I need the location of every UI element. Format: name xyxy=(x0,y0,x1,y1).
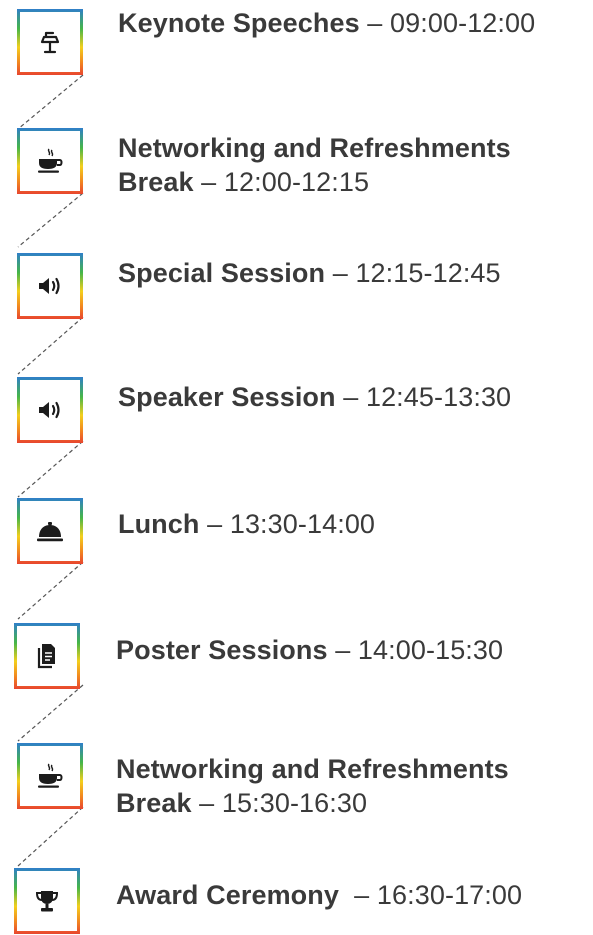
agenda-icon-box xyxy=(17,377,83,443)
session-name: Keynote Speeches xyxy=(118,8,360,38)
agenda-label: Networking and Refreshments Break – 12:0… xyxy=(118,131,578,199)
coffee-cup-icon xyxy=(38,148,63,173)
trophy-icon xyxy=(35,891,59,912)
session-name: Lunch xyxy=(118,509,200,539)
separator: – xyxy=(325,258,356,288)
agenda-label: Award Ceremony – 16:30-17:00 xyxy=(116,878,522,912)
agenda-label: Lunch – 13:30-14:00 xyxy=(118,507,375,541)
speaker-volume-icon xyxy=(39,277,60,295)
agenda-icon-box xyxy=(17,498,83,564)
agenda-icon-box xyxy=(17,743,83,809)
session-name: Special Session xyxy=(118,258,326,288)
session-name: Poster Sessions xyxy=(116,635,328,665)
session-name: Award Ceremony xyxy=(116,880,339,910)
agenda-label: Poster Sessions – 14:00-15:30 xyxy=(116,633,503,667)
agenda-icon-box xyxy=(17,9,83,75)
session-time: 09:00-12:00 xyxy=(390,8,536,38)
podium-icon xyxy=(40,31,60,54)
session-name: Speaker Session xyxy=(118,382,336,412)
separator: – xyxy=(338,880,377,910)
session-time: 12:45-13:30 xyxy=(365,382,512,412)
separator: – xyxy=(193,167,224,197)
agenda-label: Keynote Speeches – 09:00-12:00 xyxy=(118,6,535,40)
session-time: 15:30-16:30 xyxy=(221,788,368,818)
agenda-icon-box xyxy=(14,868,80,934)
cloche-icon xyxy=(37,522,63,542)
separator: – xyxy=(191,788,222,818)
agenda-label: Speaker Session – 12:45-13:30 xyxy=(118,380,511,414)
agenda-icon-box xyxy=(17,128,83,194)
agenda-label: Networking and Refreshments Break – 15:3… xyxy=(116,752,576,820)
coffee-cup-icon xyxy=(38,763,63,788)
speaker-volume-icon xyxy=(39,401,60,419)
agenda-icon-box xyxy=(17,253,83,319)
separator: – xyxy=(335,382,366,412)
session-time: 14:00-15:30 xyxy=(357,635,504,665)
session-time: 13:30-14:00 xyxy=(229,509,376,539)
separator: – xyxy=(199,509,230,539)
session-time: 12:00-12:15 xyxy=(223,167,370,197)
agenda-icon-box xyxy=(14,623,80,689)
document-icon xyxy=(37,644,55,669)
session-time: 16:30-17:00 xyxy=(376,880,523,910)
separator: – xyxy=(359,8,391,38)
session-time: 12:15-12:45 xyxy=(355,258,501,288)
agenda-label: Special Session – 12:15-12:45 xyxy=(118,256,501,290)
separator: – xyxy=(327,635,358,665)
